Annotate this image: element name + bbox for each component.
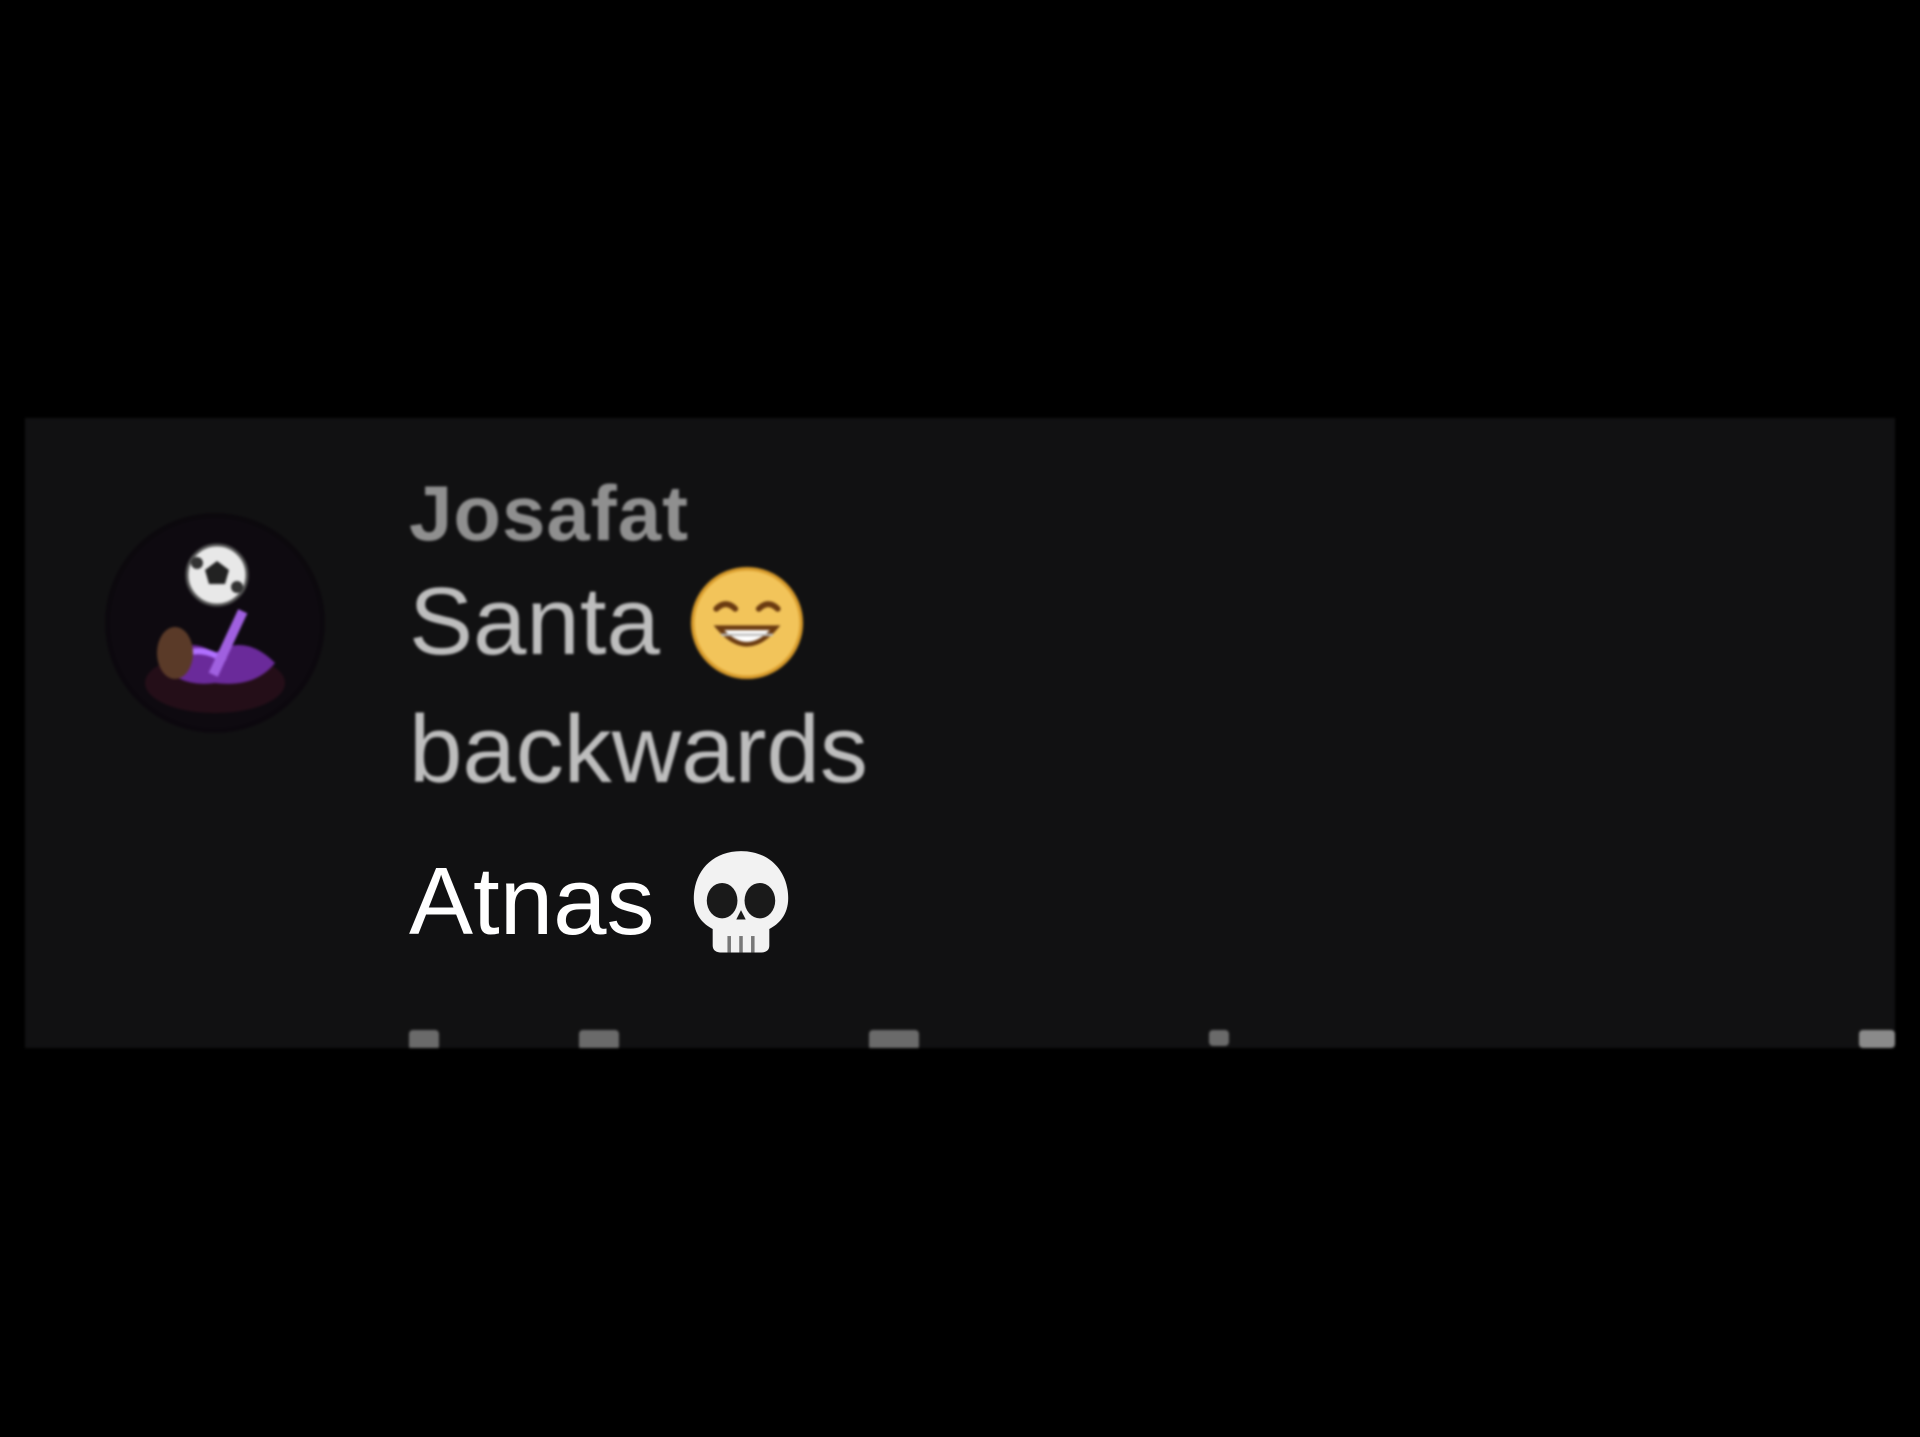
comment-line: Santa (409, 558, 1309, 686)
comment-text: backwards (409, 696, 868, 803)
avatar-image (110, 518, 320, 728)
screenshot: Josafat Santa backwards Atnas (0, 0, 1920, 1437)
like-count[interactable] (579, 1030, 619, 1048)
comment-link[interactable] (869, 1030, 919, 1048)
comment-author[interactable]: Josafat (409, 468, 1309, 558)
avatar[interactable] (105, 513, 325, 733)
grinning-face-icon (688, 564, 806, 682)
comment-text: Santa (409, 568, 660, 675)
comment-body: Josafat Santa backwards (409, 468, 1309, 814)
comment-line: backwards (409, 686, 1309, 814)
reply-link[interactable] (409, 1030, 439, 1048)
overlay-text: Atnas (409, 848, 655, 955)
skull-icon (682, 844, 800, 962)
comment-actions (409, 1030, 1895, 1048)
share-link[interactable] (1209, 1030, 1229, 1046)
more-icon[interactable] (1859, 1030, 1895, 1048)
overlay-caption: Atnas (409, 838, 1309, 966)
overlay-line: Atnas (409, 838, 1309, 966)
